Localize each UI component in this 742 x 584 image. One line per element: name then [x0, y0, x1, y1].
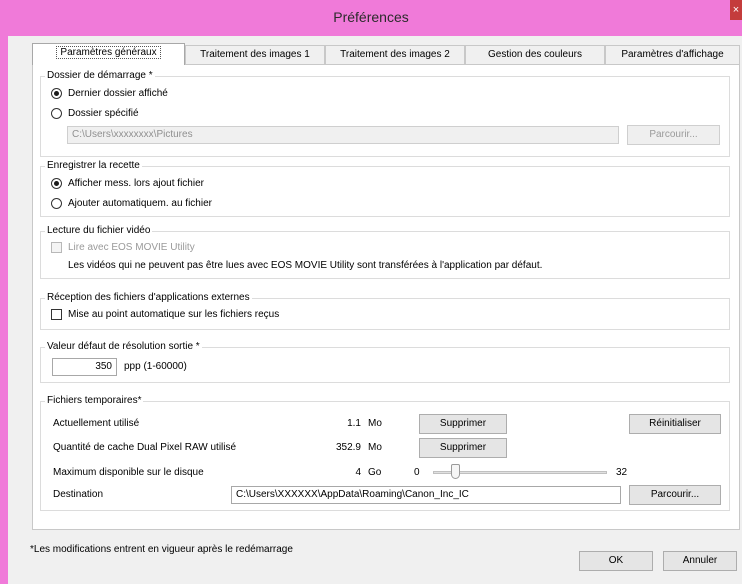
group-title: Enregistrer la recette	[45, 160, 142, 171]
radio-auto-add[interactable]: Ajouter automatiquem. au fichier	[51, 198, 212, 209]
delete-temp-button[interactable]: Supprimer	[419, 414, 507, 434]
checkbox-autofocus[interactable]: Mise au point automatique sur les fichie…	[51, 309, 279, 320]
video-group: Lecture du fichier vidéo Lire avec EOS M…	[40, 225, 730, 279]
group-title: Lecture du fichier vidéo	[45, 225, 153, 236]
current-usage-value: 1.1	[347, 418, 361, 429]
group-title: Dossier de démarrage *	[45, 70, 155, 81]
reset-button[interactable]: Réinitialiser	[629, 414, 721, 434]
resolution-unit: ppp (1-60000)	[124, 361, 187, 372]
destination-path-field[interactable]: C:\Users\XXXXXX\AppData\Roaming\Canon_In…	[231, 486, 621, 504]
max-disk-unit: Go	[368, 467, 382, 478]
ok-button[interactable]: OK	[579, 551, 653, 571]
tab-display-settings[interactable]: Paramètres d'affichage	[605, 45, 740, 64]
radio-label: Dossier spécifié	[68, 108, 139, 119]
radio-selected-icon[interactable]	[51, 178, 62, 189]
startup-browse-button[interactable]: Parcourir...	[627, 125, 720, 145]
delete-cache-button[interactable]: Supprimer	[419, 438, 507, 458]
startup-folder-group: Dossier de démarrage * Dernier dossier a…	[40, 70, 730, 157]
current-usage-unit: Mo	[368, 418, 382, 429]
external-apps-group: Réception des fichiers d'applications ex…	[40, 292, 730, 330]
group-title: Fichiers temporaires*	[45, 395, 144, 406]
window-title: Préférences	[333, 9, 409, 25]
resolution-group: Valeur défaut de résolution sortie * 350…	[40, 341, 730, 383]
cancel-button[interactable]: Annuler	[663, 551, 737, 571]
tab-label: Gestion des couleurs	[488, 49, 582, 60]
startup-path-field[interactable]: C:\Users\xxxxxxxx\Pictures	[67, 126, 619, 144]
window-frame	[0, 36, 8, 584]
title-bar: Préférences ×	[0, 0, 742, 36]
group-title: Valeur défaut de résolution sortie *	[45, 341, 202, 352]
restart-note: *Les modifications entrent en vigueur ap…	[30, 544, 293, 555]
group-title: Réception des fichiers d'applications ex…	[45, 292, 252, 303]
tab-image-processing-2[interactable]: Traitement des images 2	[325, 45, 465, 64]
dialog-client: Paramètres généraux Traitement des image…	[8, 36, 742, 584]
radio-unselected-icon[interactable]	[51, 198, 62, 209]
cache-usage-unit: Mo	[368, 442, 382, 453]
checkbox-icon[interactable]	[51, 309, 62, 320]
destination-browse-button[interactable]: Parcourir...	[629, 485, 721, 505]
radio-last-folder[interactable]: Dernier dossier affiché	[51, 88, 168, 99]
radio-show-message[interactable]: Afficher mess. lors ajout fichier	[51, 178, 204, 189]
tab-label: Paramètres généraux	[56, 46, 161, 59]
tab-general-settings[interactable]: Paramètres généraux	[32, 43, 185, 65]
tab-label: Traitement des images 2	[340, 49, 450, 60]
tab-label: Traitement des images 1	[200, 49, 310, 60]
resolution-input[interactable]: 350	[52, 358, 117, 376]
temp-files-group: Fichiers temporaires* Actuellement utili…	[40, 395, 730, 511]
tab-image-processing-1[interactable]: Traitement des images 1	[185, 45, 325, 64]
checkbox-label: Mise au point automatique sur les fichie…	[68, 309, 280, 320]
radio-label: Ajouter automatiquem. au fichier	[68, 198, 212, 209]
radio-specified-folder[interactable]: Dossier spécifié	[51, 108, 139, 119]
radio-unselected-icon[interactable]	[51, 108, 62, 119]
max-disk-label: Maximum disponible sur le disque	[53, 467, 204, 478]
destination-label: Destination	[53, 489, 104, 500]
cache-usage-label: Quantité de cache Dual Pixel RAW utilisé	[53, 442, 237, 453]
current-usage-label: Actuellement utilisé	[53, 418, 140, 429]
recipe-group: Enregistrer la recette Afficher mess. lo…	[40, 160, 730, 217]
max-disk-value: 4	[355, 467, 361, 478]
slider-min-label: 0	[414, 467, 420, 478]
video-note: Les vidéos qui ne peuvent pas être lues …	[68, 260, 543, 271]
checkbox-icon[interactable]	[51, 242, 62, 253]
checkbox-label: Lire avec EOS MOVIE Utility	[68, 242, 195, 253]
slider-max-label: 32	[616, 467, 628, 478]
tab-panel-general: Dossier de démarrage * Dernier dossier a…	[32, 64, 740, 530]
slider-thumb[interactable]	[450, 464, 460, 479]
cache-usage-value: 352.9	[335, 442, 361, 453]
tab-color-management[interactable]: Gestion des couleurs	[465, 45, 605, 64]
checkbox-eos-movie[interactable]: Lire avec EOS MOVIE Utility	[51, 242, 195, 253]
close-icon[interactable]: ×	[730, 0, 742, 20]
radio-label: Afficher mess. lors ajout fichier	[68, 178, 204, 189]
radio-selected-icon[interactable]	[51, 88, 62, 99]
radio-label: Dernier dossier affiché	[68, 88, 168, 99]
tab-label: Paramètres d'affichage	[621, 49, 724, 60]
